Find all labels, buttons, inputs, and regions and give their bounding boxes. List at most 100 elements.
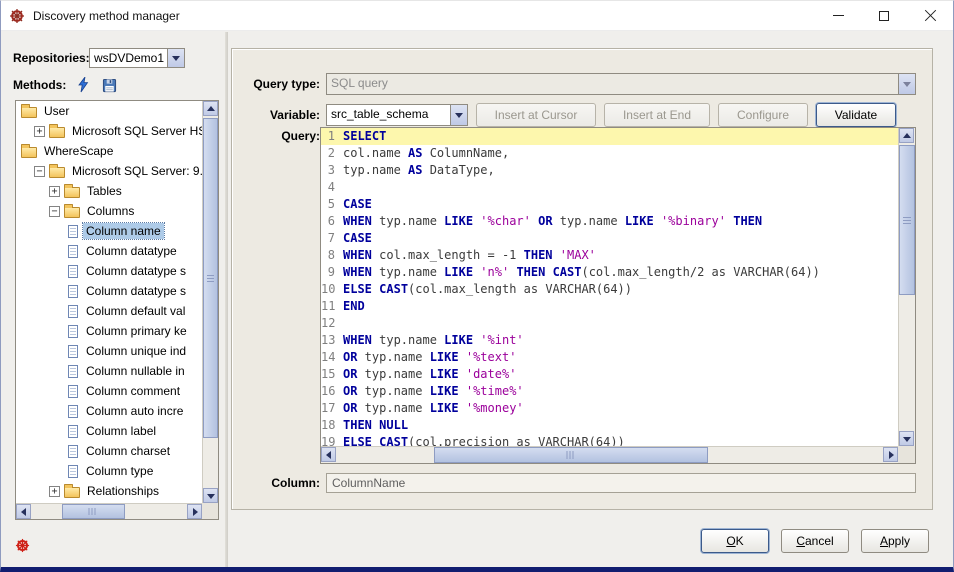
code-text: OR typ.name LIKE '%text' xyxy=(343,349,516,366)
collapse-icon[interactable]: − xyxy=(49,206,60,217)
tree-item[interactable]: Column auto incre xyxy=(16,401,202,421)
code-line[interactable]: 6WHEN typ.name LIKE '%char' OR typ.name … xyxy=(321,213,898,230)
tree-item[interactable]: Column datatype xyxy=(16,241,202,261)
code-line[interactable]: 2col.name AS ColumnName, xyxy=(321,145,898,162)
code-line[interactable]: 14OR typ.name LIKE '%text' xyxy=(321,349,898,366)
close-button[interactable] xyxy=(907,1,953,30)
tree-item-label: Column default val xyxy=(83,303,188,319)
scroll-down-button[interactable] xyxy=(899,431,914,446)
scroll-thumb[interactable] xyxy=(899,145,915,295)
code-line[interactable]: 18THEN NULL xyxy=(321,417,898,434)
scroll-thumb[interactable] xyxy=(203,118,218,438)
expand-icon[interactable]: + xyxy=(34,126,45,137)
document-icon xyxy=(68,445,78,458)
scroll-right-button[interactable] xyxy=(187,504,202,519)
insert-at-end-button[interactable]: Insert at End xyxy=(604,103,710,127)
tree-item[interactable]: User xyxy=(16,101,202,121)
tree-item[interactable]: +Tables xyxy=(16,181,202,201)
tree-item[interactable]: Column type xyxy=(16,461,202,481)
maximize-button[interactable] xyxy=(861,1,907,30)
tree-item[interactable]: Column datatype s xyxy=(16,281,202,301)
tree-item[interactable]: Column default val xyxy=(16,301,202,321)
tree-item[interactable]: Column comment xyxy=(16,381,202,401)
ok-button[interactable]: OK xyxy=(701,529,769,553)
repository-select[interactable]: wsDVDemo1 xyxy=(89,48,185,68)
code-line[interactable]: 1SELECT xyxy=(321,128,898,145)
tree-item[interactable]: −Columns xyxy=(16,201,202,221)
chevron-down-icon[interactable] xyxy=(450,105,467,125)
tree-item[interactable]: Column charset xyxy=(16,441,202,461)
expand-icon[interactable]: + xyxy=(49,486,60,497)
code-line[interactable]: 8WHEN col.max_length = -1 THEN 'MAX' xyxy=(321,247,898,264)
code-line[interactable]: 11END xyxy=(321,298,898,315)
code-line[interactable]: 7CASE xyxy=(321,230,898,247)
variable-select[interactable]: src_table_schema xyxy=(326,104,468,126)
tree-item[interactable]: Column datatype s xyxy=(16,261,202,281)
tree-item[interactable]: +Relationships xyxy=(16,481,202,501)
scroll-thumb[interactable] xyxy=(434,447,708,463)
code-line[interactable]: 9WHEN typ.name LIKE 'n%' THEN CAST(col.m… xyxy=(321,264,898,281)
scroll-thumb[interactable] xyxy=(62,504,124,519)
tree-item[interactable]: Column primary ke xyxy=(16,321,202,341)
document-icon xyxy=(68,285,78,298)
scroll-left-button[interactable] xyxy=(321,447,336,462)
helm-wheel-icon xyxy=(9,8,25,24)
scroll-track[interactable] xyxy=(336,447,883,463)
tree-horizontal-scrollbar[interactable] xyxy=(16,503,202,519)
chevron-down-icon[interactable] xyxy=(167,49,184,67)
dialog-window: Discovery method manager Repositories: w… xyxy=(0,0,954,572)
tree-item[interactable]: Column name xyxy=(16,221,202,241)
tree-item[interactable]: Column unique ind xyxy=(16,341,202,361)
code-line[interactable]: 16OR typ.name LIKE '%time%' xyxy=(321,383,898,400)
scroll-up-button[interactable] xyxy=(203,101,218,116)
scroll-up-button[interactable] xyxy=(899,128,914,143)
code-line[interactable]: 12 xyxy=(321,315,898,332)
code-text: WHEN col.max_length = -1 THEN 'MAX' xyxy=(343,247,596,264)
tree-item[interactable]: −Microsoft SQL Server: 9.0 - xyxy=(16,161,202,181)
configure-button[interactable]: Configure xyxy=(718,103,808,127)
expand-icon[interactable]: + xyxy=(49,186,60,197)
line-number: 19 xyxy=(321,434,343,446)
code-line[interactable]: 17OR typ.name LIKE '%money' xyxy=(321,400,898,417)
save-methods-button[interactable] xyxy=(99,76,119,94)
minimize-button[interactable] xyxy=(815,1,861,30)
code-text: OR typ.name LIKE '%time%' xyxy=(343,383,524,400)
tree-item[interactable]: Column label xyxy=(16,421,202,441)
code-line[interactable]: 4 xyxy=(321,179,898,196)
tree-item[interactable]: Column nullable in xyxy=(16,361,202,381)
scroll-left-button[interactable] xyxy=(16,504,31,519)
scroll-track[interactable] xyxy=(899,143,915,431)
tree-item[interactable]: +Microsoft SQL Server HS: 9 xyxy=(16,121,202,141)
refresh-methods-button[interactable] xyxy=(73,76,93,94)
code-line[interactable]: 13WHEN typ.name LIKE '%int' xyxy=(321,332,898,349)
titlebar[interactable]: Discovery method manager xyxy=(1,1,953,31)
scroll-track[interactable] xyxy=(31,504,187,519)
query-editor: 1SELECT2col.name AS ColumnName,3typ.name… xyxy=(320,127,916,464)
line-number: 5 xyxy=(321,196,343,213)
tree-vertical-scrollbar[interactable] xyxy=(202,101,218,503)
editor-horizontal-scrollbar[interactable] xyxy=(321,446,898,463)
validate-button[interactable]: Validate xyxy=(816,103,896,127)
variable-label: Variable: xyxy=(242,108,320,122)
code-line[interactable]: 10ELSE CAST(col.max_length as VARCHAR(64… xyxy=(321,281,898,298)
method-tree[interactable]: User+Microsoft SQL Server HS: 9WhereScap… xyxy=(16,101,202,503)
code-line[interactable]: 19ELSE CAST(col.precision as VARCHAR(64)… xyxy=(321,434,898,446)
code-line[interactable]: 15OR typ.name LIKE 'date%' xyxy=(321,366,898,383)
query-code-area[interactable]: 1SELECT2col.name AS ColumnName,3typ.name… xyxy=(321,128,898,446)
code-line[interactable]: 3typ.name AS DataType, xyxy=(321,162,898,179)
insert-at-cursor-button[interactable]: Insert at Cursor xyxy=(476,103,596,127)
collapse-icon[interactable]: − xyxy=(34,166,45,177)
line-number: 1 xyxy=(321,128,343,145)
tree-item[interactable]: WhereScape xyxy=(16,141,202,161)
scroll-track[interactable] xyxy=(203,116,218,488)
scroll-right-button[interactable] xyxy=(883,447,898,462)
panel-splitter[interactable] xyxy=(225,32,228,567)
scroll-down-button[interactable] xyxy=(203,488,218,503)
tree-item-label: Column type xyxy=(83,463,156,479)
code-text: SELECT xyxy=(343,128,386,145)
cancel-button[interactable]: Cancel xyxy=(781,529,849,553)
code-line[interactable]: 5CASE xyxy=(321,196,898,213)
editor-vertical-scrollbar[interactable] xyxy=(898,128,915,446)
column-field[interactable] xyxy=(326,473,916,493)
apply-button[interactable]: Apply xyxy=(861,529,929,553)
